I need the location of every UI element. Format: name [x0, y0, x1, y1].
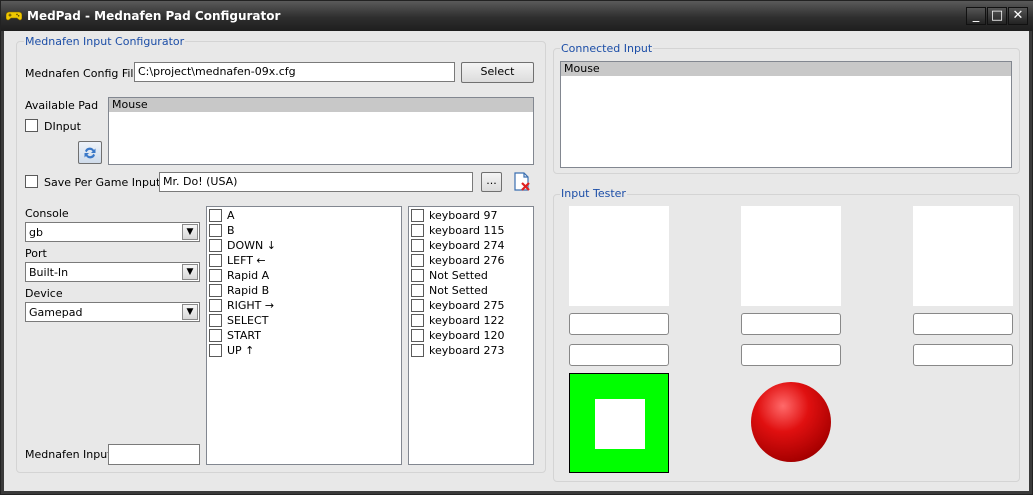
config-file-label: Mednafen Config File	[25, 67, 141, 80]
app-window: MedPad - Mednafen Pad Configurator _ □ ✕…	[0, 0, 1033, 495]
device-value: Gamepad	[29, 306, 83, 319]
button-checklist[interactable]: A B DOWN ↓ LEFT ← Rapid A Rapid B RIGHT …	[206, 206, 402, 465]
window-title: MedPad - Mednafen Pad Configurator	[27, 9, 281, 23]
tester-value-field	[913, 344, 1013, 366]
client-area: Mednafen Input Configurator Mednafen Con…	[4, 31, 1029, 491]
connected-input-list[interactable]: Mouse	[560, 61, 1012, 168]
console-value: gb	[29, 226, 43, 239]
title-bar[interactable]: MedPad - Mednafen Pad Configurator _ □ ✕	[1, 1, 1033, 31]
delete-file-icon[interactable]	[511, 171, 533, 193]
tester-position-indicator	[569, 373, 669, 473]
refresh-button[interactable]	[78, 141, 102, 164]
tester-button-indicator	[751, 382, 831, 462]
port-select[interactable]: Built-In ▼	[25, 262, 200, 282]
available-pad-label: Available Pad	[25, 99, 99, 112]
console-label: Console	[25, 207, 69, 220]
tester-value-field	[913, 313, 1013, 335]
mednafen-input-label: Mednafen Input	[25, 448, 112, 461]
gamepad-icon	[6, 11, 22, 21]
available-pad-item[interactable]: Mouse	[109, 98, 533, 112]
tester-cursor	[595, 399, 645, 449]
minimize-button[interactable]: _	[966, 7, 986, 25]
tester-value-field	[741, 344, 841, 366]
mednafen-input-field[interactable]	[108, 444, 200, 465]
connected-input-item[interactable]: Mouse	[561, 62, 1011, 76]
tester-value-field	[569, 344, 669, 366]
binding-checklist[interactable]: keyboard 97 keyboard 115 keyboard 274 ke…	[408, 206, 534, 465]
dinput-checkbox[interactable]	[25, 119, 38, 132]
console-select[interactable]: gb ▼	[25, 222, 200, 242]
tester-axis-panel	[741, 206, 841, 306]
save-per-game-checkbox[interactable]	[25, 175, 38, 188]
close-button[interactable]: ✕	[1008, 7, 1028, 25]
chevron-down-icon: ▼	[182, 304, 198, 320]
input-tester-title: Input Tester	[560, 187, 627, 200]
port-label: Port	[25, 247, 47, 260]
port-value: Built-In	[29, 266, 69, 279]
device-select[interactable]: Gamepad ▼	[25, 302, 200, 322]
maximize-button[interactable]: □	[987, 7, 1007, 25]
tester-value-field	[741, 313, 841, 335]
tester-axis-panel	[569, 206, 669, 306]
save-per-game-label: Save Per Game Input	[44, 176, 161, 189]
device-label: Device	[25, 287, 63, 300]
config-file-input[interactable]: C:\project\mednafen-09x.cfg	[134, 62, 455, 82]
tester-axis-panel	[913, 206, 1013, 306]
game-name-input[interactable]: Mr. Do! (USA)	[159, 172, 473, 192]
refresh-icon	[84, 147, 96, 159]
select-button[interactable]: Select	[461, 62, 534, 83]
browse-button[interactable]: ...	[481, 172, 502, 192]
chevron-down-icon: ▼	[182, 224, 198, 240]
available-pad-list[interactable]: Mouse	[108, 97, 534, 165]
tester-value-field	[569, 313, 669, 335]
config-group-title: Mednafen Input Configurator	[24, 35, 186, 48]
chevron-down-icon: ▼	[182, 264, 198, 280]
dinput-label: DInput	[44, 120, 81, 133]
connected-input-title: Connected Input	[560, 42, 654, 55]
